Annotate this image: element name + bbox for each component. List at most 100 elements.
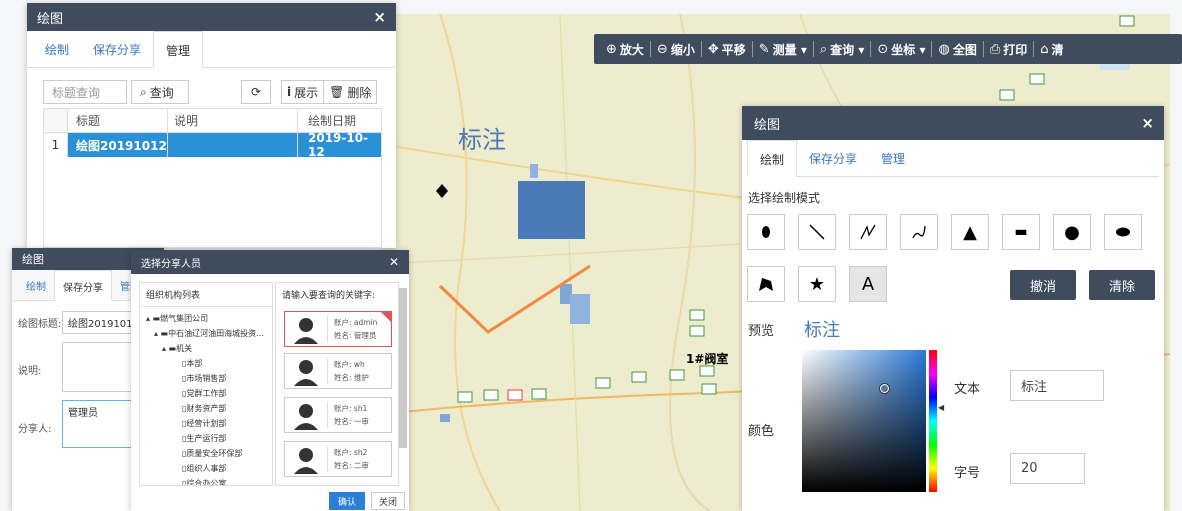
show-button[interactable]: i 展示 [281, 80, 325, 104]
plus-circle-icon: ⊕ [606, 41, 617, 57]
user-card[interactable]: 账户: sh2 姓名: 二审 [284, 441, 392, 477]
tree-node[interactable]: ▯ 党群工作部 [146, 386, 272, 401]
tree-node[interactable]: ▯ 财务资产部 [146, 401, 272, 416]
tab-draw[interactable]: 绘制 [18, 270, 54, 300]
avatar [294, 318, 318, 344]
drawn-rectangle[interactable] [518, 181, 585, 239]
close-button[interactable]: 关闭 [371, 492, 405, 510]
draw-polyline-button[interactable] [849, 214, 887, 250]
tree-node[interactable]: ▴ ▬ 燃气集团公司 [146, 311, 272, 326]
draw-rectangle-button[interactable]: ▬ [1002, 214, 1040, 250]
refresh-button[interactable]: ⟳ [241, 80, 271, 104]
draw-tools-row-1: ⬮ ▲ ▬ ● [747, 214, 1142, 250]
panel-tabs: 绘制 保存分享 管理 [27, 31, 396, 68]
close-icon[interactable]: ✕ [389, 255, 399, 269]
trash-icon: 🗑 [329, 85, 345, 99]
zoom-out-button[interactable]: ⊖ 缩小 [651, 41, 702, 57]
tree-node[interactable]: ▯ 本部 [146, 356, 272, 371]
full-extent-button[interactable]: ◍ 全图 [932, 41, 984, 57]
print-button[interactable]: ⎙ 打印 [984, 41, 1035, 57]
tree-node[interactable]: ▯ 综合办公室 [146, 476, 272, 485]
tab-save-share[interactable]: 保存分享 [81, 31, 153, 67]
map-annotation-text[interactable]: 标注 [458, 120, 506, 155]
scrollbar[interactable] [399, 288, 407, 448]
query-button[interactable]: ⌕ 查询 [131, 80, 189, 104]
row-date: 2019-10-12 [308, 131, 369, 159]
selected-check-icon [381, 312, 391, 322]
tree-node[interactable]: ▴ ▬ 机关 [146, 341, 272, 356]
clear-button[interactable]: 清除 [1089, 270, 1155, 300]
draw-triangle-button[interactable]: ▲ [951, 214, 989, 250]
panel-header: 绘图 × [27, 3, 396, 31]
globe-icon: ◍ [938, 41, 950, 57]
user-search-panel: 请输入要查询的关键字: 账户: admin 姓名: 管理员 账户: wh 姓名: 维… [275, 282, 399, 486]
marker-icon: ⬮ [761, 223, 771, 241]
confirm-button[interactable]: 确认 [329, 492, 365, 510]
tab-save-share[interactable]: 保存分享 [54, 270, 112, 301]
measure-dropdown[interactable]: ✎ 测量 ▾ [753, 41, 814, 57]
triangle-icon: ▲ [963, 221, 977, 243]
hue-slider[interactable] [929, 350, 937, 492]
delete-button[interactable]: 🗑 删除 [324, 80, 378, 104]
text-label: 文本 [954, 382, 981, 397]
col-desc[interactable]: 说明 [168, 109, 298, 132]
tree-node[interactable]: ▯ 生产运行部 [146, 431, 272, 446]
draw-polygon-button[interactable] [747, 266, 785, 302]
preview-label: 预览 [748, 324, 775, 339]
table-header: 标题 说明 绘制日期 [44, 109, 381, 133]
tab-manage[interactable]: 管理 [153, 31, 204, 68]
line-icon [809, 224, 825, 240]
title-search-input[interactable]: 标题查询 [43, 80, 127, 104]
draw-freehand-polygon-button[interactable]: ★ [798, 266, 836, 302]
hue-slider-handle-icon[interactable]: ◀ [938, 403, 944, 412]
tree-node[interactable]: ▯ 质量安全环保部 [146, 446, 272, 461]
valve-station-label: 1#阀室 [686, 352, 729, 366]
zoom-in-button[interactable]: ⊕ 放大 [600, 41, 651, 57]
user-card[interactable]: 账户: wh 姓名: 维护 [284, 353, 392, 389]
draw-ellipse-button[interactable] [1104, 214, 1142, 250]
circle-icon: ● [1064, 221, 1080, 243]
coordinate-dropdown[interactable]: ⊙ 坐标 ▾ [871, 41, 933, 57]
minus-circle-icon: ⊖ [656, 41, 668, 57]
table-row[interactable]: 1 绘图20191012 2019-10-12 [44, 131, 381, 159]
tab-save-share[interactable]: 保存分享 [797, 140, 869, 176]
tab-draw[interactable]: 绘制 [747, 140, 798, 177]
tab-manage[interactable]: 管理 [869, 140, 917, 176]
pan-button[interactable]: ✥ 平移 [702, 41, 753, 57]
query-dropdown[interactable]: ⌕ 查询 ▾ [814, 41, 872, 57]
tree-node[interactable]: ▴ ▬ 中石油辽河油田海城投资… [146, 326, 272, 341]
color-saturation-picker[interactable] [802, 350, 926, 492]
row-title: 绘图20191012 [68, 133, 168, 157]
org-tree-header: 组织机构列表 [140, 283, 272, 307]
font-size-input[interactable]: 20 [1010, 453, 1085, 484]
tab-draw[interactable]: 绘制 [33, 31, 81, 67]
tree-node[interactable]: ▯ 市场销售部 [146, 371, 272, 386]
user-card[interactable]: 账户: admin 姓名: 管理员 [284, 311, 392, 347]
clear-map-button[interactable]: ⌂ 清 [1034, 41, 1069, 57]
draw-manage-panel: 绘图 × 绘制 保存分享 管理 标题查询 ⌕ 查询 ⟳ i 展示 🗑 删除 标题 说明… [27, 3, 396, 248]
col-date[interactable]: 绘制日期 [298, 109, 381, 132]
info-icon: i [287, 85, 292, 99]
col-title[interactable]: 标题 [68, 109, 168, 132]
refresh-icon: ⟳ [250, 85, 262, 99]
drawings-table: 标题 说明 绘制日期 1 绘图20191012 2019-10-12 [43, 108, 382, 248]
draw-freehand-button[interactable] [900, 214, 938, 250]
close-icon[interactable]: × [373, 8, 386, 26]
move-icon: ✥ [707, 41, 719, 57]
folder-icon: ▴ ▬ [146, 314, 161, 323]
drawn-point-marker[interactable] [436, 184, 448, 198]
clear-icon: ⌂ [1040, 41, 1049, 57]
rectangle-icon: ▬ [1014, 224, 1028, 240]
user-card[interactable]: 账户: sh1 姓名: 一审 [284, 397, 392, 433]
draw-point-button[interactable]: ⬮ [747, 214, 785, 250]
text-input[interactable]: 标注 [1010, 370, 1104, 401]
undo-button[interactable]: 撤消 [1010, 270, 1076, 300]
close-icon[interactable]: × [1141, 114, 1154, 132]
tree-node[interactable]: ▯ 经营计划部 [146, 416, 272, 431]
avatar [294, 404, 318, 430]
draw-line-button[interactable] [798, 214, 836, 250]
draw-circle-button[interactable]: ● [1053, 214, 1091, 250]
draw-text-button[interactable]: A [849, 266, 887, 302]
tree-node[interactable]: ▯ 组织人事部 [146, 461, 272, 476]
color-picker-cursor[interactable] [880, 384, 889, 393]
